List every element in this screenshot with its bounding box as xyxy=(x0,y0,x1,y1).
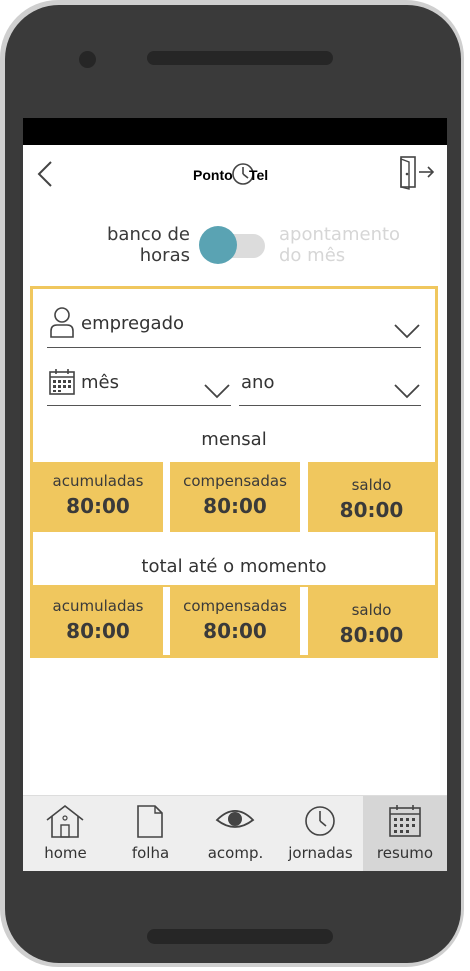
cell-value: 80:00 xyxy=(203,494,267,518)
logo-right-text: Tel xyxy=(249,167,268,183)
employee-select[interactable]: empregado xyxy=(47,303,421,348)
nav-item-jornadas[interactable]: jornadas xyxy=(278,796,363,871)
total-compensated-cell: compensadas 80:00 xyxy=(170,587,300,657)
calendar-icon xyxy=(49,369,75,395)
logo-left-text: Ponto xyxy=(193,167,233,183)
cell-label: acumuladas xyxy=(52,597,144,615)
camera xyxy=(79,51,96,68)
exit-door-icon xyxy=(400,156,435,190)
eye-icon xyxy=(215,810,255,828)
cell-value: 80:00 xyxy=(339,623,404,647)
nav-label: home xyxy=(44,844,87,862)
person-icon xyxy=(50,307,74,338)
cell-label: compensadas xyxy=(183,472,287,490)
toggle-right-label[interactable]: apontamento do mês xyxy=(279,224,429,266)
nav-item-folha[interactable]: folha xyxy=(108,796,193,871)
cell-value: 80:00 xyxy=(203,619,267,643)
summary-panel: empregado mês ano mensal acumuladas 80:0… xyxy=(30,286,438,658)
employee-label: empregado xyxy=(81,313,185,334)
monthly-title: mensal xyxy=(201,429,267,450)
home-icon xyxy=(46,804,84,838)
total-title: total até o momento xyxy=(141,556,327,577)
toggle-right-line2: do mês xyxy=(279,245,346,266)
logo: Ponto Tel xyxy=(189,159,279,189)
month-label: mês xyxy=(81,372,119,393)
app-screen: Ponto Tel banco de horas apontamento do … xyxy=(23,118,447,871)
header: Ponto Tel xyxy=(23,145,447,203)
month-select[interactable]: mês xyxy=(47,363,231,406)
year-select[interactable]: ano xyxy=(239,363,421,406)
status-bar xyxy=(23,118,447,145)
nav-item-home[interactable]: home xyxy=(23,796,108,871)
logo-mark: Ponto Tel xyxy=(193,163,268,185)
clock-icon xyxy=(305,806,335,836)
monthly-compensated-cell: compensadas 80:00 xyxy=(170,462,300,532)
nav-item-acomp[interactable]: acomp. xyxy=(193,796,278,871)
cell-divider xyxy=(300,587,308,655)
toggle-right-line1: apontamento xyxy=(279,224,401,245)
nav-label: folha xyxy=(131,844,170,862)
total-balance-cell: saldo 80:00 xyxy=(308,587,435,657)
toggle-left-line1: banco de xyxy=(107,224,190,245)
toggle-left-line2: horas xyxy=(139,245,190,266)
nav-item-resumo[interactable]: resumo xyxy=(363,796,447,871)
bottom-nav: home folha acomp. jornadas resumo xyxy=(23,795,447,871)
cell-divider xyxy=(163,587,170,655)
nav-label: jornadas xyxy=(288,844,353,862)
cell-value: 80:00 xyxy=(339,498,404,522)
monthly-accumulated-cell: acumuladas 80:00 xyxy=(33,462,163,532)
chevron-down-icon xyxy=(394,324,420,339)
total-accumulated-cell: acumuladas 80:00 xyxy=(33,587,163,657)
document-icon xyxy=(137,805,163,838)
calendar-icon xyxy=(389,805,421,837)
monthly-balance-cell: saldo 80:00 xyxy=(308,462,435,532)
chevron-left-icon xyxy=(37,161,52,187)
logout-button[interactable] xyxy=(393,155,437,191)
chevron-down-icon xyxy=(204,384,230,399)
cell-value: 80:00 xyxy=(66,494,130,518)
cell-label: saldo xyxy=(351,476,392,494)
toggle-left-label[interactable]: banco de horas xyxy=(83,224,190,266)
cell-label: acumuladas xyxy=(52,472,144,490)
nav-label: acomp. xyxy=(207,844,264,862)
cell-label: compensadas xyxy=(183,597,287,615)
speaker xyxy=(147,51,333,65)
home-bar xyxy=(147,929,333,944)
year-label: ano xyxy=(241,372,275,393)
chevron-down-icon xyxy=(394,384,420,399)
mode-toggle-knob[interactable] xyxy=(199,226,237,264)
back-button[interactable] xyxy=(31,159,61,189)
cell-value: 80:00 xyxy=(66,619,130,643)
cell-label: saldo xyxy=(351,601,392,619)
nav-label: resumo xyxy=(376,844,434,862)
